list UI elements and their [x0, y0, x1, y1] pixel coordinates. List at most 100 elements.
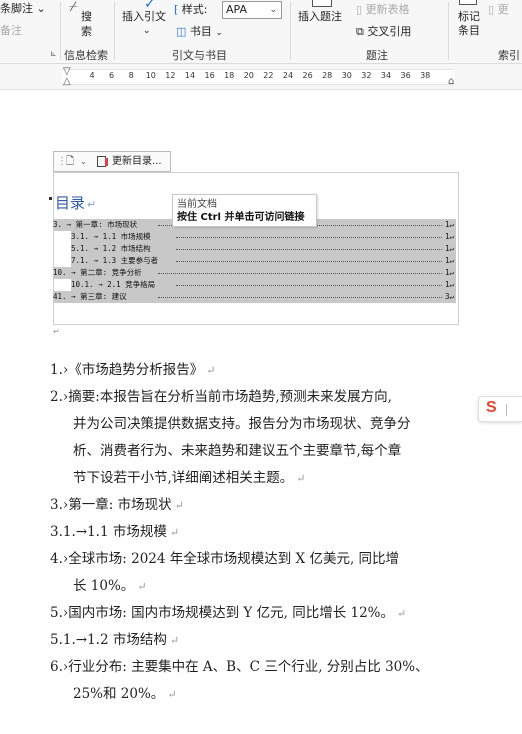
ruler-tick-label: 16	[204, 71, 215, 80]
return-mark: ↵	[397, 607, 407, 620]
toc-entry-text: 3.1. → 1.1 市场规模	[71, 232, 151, 241]
toc-entry-link[interactable]: 7.1. → 1.3 主要参与者 1↵	[71, 255, 456, 267]
update-toc-button[interactable]: 更新目录...	[112, 152, 162, 171]
toc-entry-page: 1↵	[444, 256, 454, 265]
bibliography-button[interactable]: ◫ 书目 ⌄	[176, 25, 223, 40]
bibliography-label: 书目	[189, 25, 212, 38]
toc-entry-link[interactable]: 10. → 第二章: 竞争分析 1↵	[53, 267, 456, 279]
mark-entry-label-1: 标记	[458, 10, 480, 23]
ruler-tick-label: 10	[145, 71, 156, 80]
toc-floating-toolbar: ⋮ 🗋 ⌄ 更新目录...	[53, 151, 171, 172]
chevron-down-icon: ⌄	[36, 2, 46, 15]
body-paragraph[interactable]: 3.1.→1.1 市场规模 ↵	[50, 519, 470, 546]
group-divider	[114, 2, 115, 60]
update-index-button[interactable]: ▯ 更	[488, 3, 509, 17]
document-body[interactable]: 1.›《市场趋势分析报告》 ↵ 2.›摘要:本报告旨在分析当前市场趋势,预测未来发展…	[50, 357, 470, 708]
document-page[interactable]: ⋮ 🗋 ⌄ 更新目录... 目录 ↵ 3. → 第一章: 市场现状 1↵ 3.1. →…	[0, 91, 522, 734]
return-mark: ↵	[137, 580, 147, 593]
return-mark: ↵	[296, 472, 306, 485]
toc-leader-dots	[158, 291, 442, 298]
mark-entry-icon	[459, 0, 477, 5]
indent-marker-icon[interactable]: ▽ △	[63, 67, 71, 87]
style-icon: ⁅	[174, 3, 179, 16]
toc-entries: 3. → 第一章: 市场现状 1↵ 3.1. → 1.1 市场规模 1↵ 5.1. → …	[53, 219, 456, 303]
toc-entry-link[interactable]: 5.1. → 1.2 市场结构 1↵	[71, 243, 456, 255]
mark-entry-label-2: 条目	[458, 24, 480, 37]
body-paragraph[interactable]: 5.›国内市场: 国内市场规模达到 Y 亿元, 同比增长 12%。 ↵	[50, 600, 470, 627]
insert-endnote-button[interactable]: 条脚注 ⌄	[0, 2, 46, 16]
toc-leader-dots	[158, 267, 442, 274]
chevron-down-icon[interactable]: ⌄	[80, 152, 87, 171]
toc-entry-text: 10. → 第二章: 竞争分析	[53, 268, 142, 277]
group-label-citations: 引文与书目	[172, 49, 227, 62]
assistant-side-badge[interactable]: S	[478, 396, 522, 422]
toc-entry-text: 3. → 第一章: 市场现状	[53, 220, 138, 229]
ruler-tick-label: 26	[302, 71, 313, 80]
paragraph-line: 2.›摘要:本报告旨在分析当前市场趋势,预测未来发展方向,	[50, 389, 392, 405]
toc-leader-dots	[176, 279, 442, 286]
ruler-tick-label: 12	[165, 71, 176, 80]
paragraph-line: 节下设若干小节,详细阐述相关主题。 ↵	[73, 470, 306, 486]
hyperlink-tooltip: 当前文档 按住 Ctrl 并单击可访问链接	[172, 194, 317, 227]
update-table-label: 更新表格	[365, 3, 410, 16]
cross-reference-button[interactable]: ⧉ 交叉引用	[356, 25, 411, 39]
chevron-down-icon: ⌄	[215, 28, 223, 38]
toc-title-text: 目录	[55, 194, 86, 212]
group-divider	[448, 2, 449, 60]
bibliography-icon: ◫	[176, 25, 187, 38]
return-mark: ↵	[87, 198, 97, 211]
search-icon: ⌿	[69, 0, 78, 15]
insert-caption-label: 插入题注	[298, 10, 342, 23]
toc-entry-link[interactable]: 3.1. → 1.1 市场规模 1↵	[71, 231, 456, 243]
paragraph-line: 长 10%。 ↵	[73, 578, 147, 594]
toc-document-icon[interactable]: 🗋	[66, 152, 74, 171]
update-toc-icon	[97, 156, 108, 167]
toc-leader-dots	[176, 231, 442, 238]
style-value: APA	[226, 3, 247, 16]
paragraph-line: 3.›第一章: 市场现状 ↵	[50, 497, 184, 513]
toc-entry-page: 1↵	[444, 244, 454, 253]
ruler-tick-label: 24	[282, 71, 294, 80]
style-select[interactable]: APA ⌄	[222, 1, 282, 19]
horizontal-ruler[interactable]: ▽ △ 4 6 8 10 12 14 16 18 20 22 24 26 28 30 32 34 36 38 ⌂	[0, 64, 522, 90]
return-mark: ↵	[53, 327, 60, 336]
group-label-info-search: 信息检索	[64, 49, 108, 62]
search-label-1: 搜	[81, 10, 92, 23]
ruler-tick-label: 38	[420, 71, 431, 80]
ruler-tick-label: 4	[89, 71, 95, 80]
body-paragraph[interactable]: 3.›第一章: 市场现状 ↵	[50, 492, 470, 519]
body-paragraph[interactable]: 6.›行业分布: 主要集中在 A、B、C 三个行业, 分别占比 30%、 25%和…	[50, 654, 470, 708]
paragraph-line: 5.1.→1.2 市场结构 ↵	[50, 632, 180, 648]
return-mark: ↵	[174, 499, 184, 512]
update-table-button[interactable]: ▯ 更新表格	[356, 3, 410, 17]
toc-entry-page: 1↵	[444, 232, 454, 241]
search-label-2: 索	[81, 25, 92, 38]
return-mark: ↵	[169, 526, 180, 539]
ruler-tick-label: 28	[322, 71, 333, 80]
toc-entry-page: 3↵	[444, 292, 454, 301]
toc-title: 目录 ↵	[55, 192, 96, 213]
update-table-icon: ▯	[356, 3, 363, 16]
group-divider	[60, 2, 61, 60]
body-paragraph[interactable]: 1.›《市场趋势分析报告》 ↵	[50, 357, 470, 384]
body-paragraph[interactable]: 5.1.→1.2 市场结构 ↵	[50, 627, 470, 654]
cross-reference-label: 交叉引用	[367, 25, 412, 38]
dialog-launcher-icon[interactable]: ⊾	[50, 47, 57, 61]
toc-entry-text: 41. → 第三章: 建议	[53, 292, 127, 301]
cross-reference-icon: ⧉	[356, 25, 364, 38]
note-button[interactable]: 备注	[0, 24, 22, 38]
body-paragraph[interactable]: 2.›摘要:本报告旨在分析当前市场趋势,预测未来发展方向, 并为公司决策提供数据支…	[50, 384, 470, 492]
ruler-tick-label: 30	[341, 71, 352, 80]
paragraph-line: 3.1.→1.1 市场规模 ↵	[50, 524, 180, 540]
toc-entry-link[interactable]: 10.1. → 2.1 竞争格局 1↵	[71, 279, 456, 291]
divider	[506, 404, 507, 416]
ruler-tick-label: 18	[224, 71, 235, 80]
right-indent-marker-icon[interactable]: ⌂	[448, 76, 454, 87]
toc-entry-page: 1↵	[444, 268, 454, 277]
body-paragraph[interactable]: 4.›全球市场: 2024 年全球市场规模达到 X 亿美元, 同比增长 10%。…	[50, 546, 470, 600]
paragraph-line: 析、消费者行为、未来趋势和建议五个主要章节,每个章	[73, 443, 402, 459]
toc-leader-dots	[176, 255, 442, 262]
style-label: 样式:	[181, 3, 208, 16]
anchor-marker	[49, 197, 52, 200]
toc-entry-link[interactable]: 41. → 第三章: 建议 3↵	[53, 291, 456, 303]
